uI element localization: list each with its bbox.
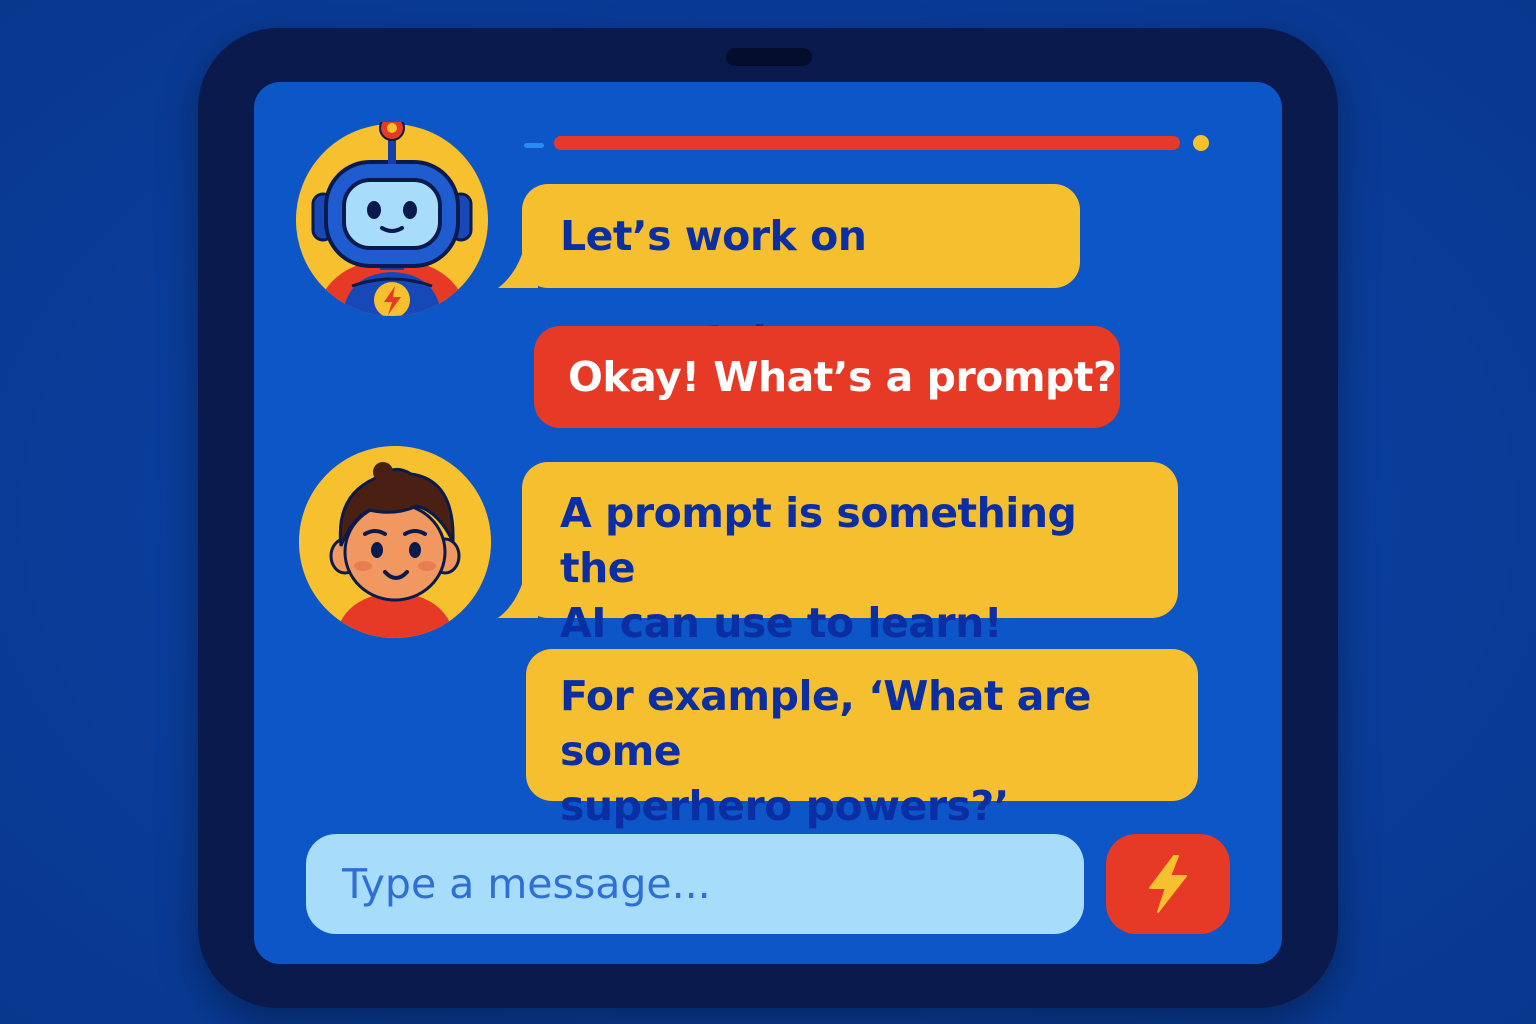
message-input[interactable] (306, 834, 1084, 934)
send-button[interactable] (1106, 834, 1230, 934)
message-text-line: A prompt is something the (560, 489, 1077, 592)
progress-dot (1193, 135, 1209, 151)
message-text-line: superhero powers?’ (560, 782, 1009, 830)
bot-message-bubble: Let’s work on prompts! (522, 184, 1080, 364)
bot-message-bubble: A prompt is something the AI can use to … (522, 462, 1178, 647)
user-message-bubble: Okay! What’s a prompt? (534, 326, 1120, 428)
kid-avatar-icon (299, 446, 491, 638)
message-text-line: For example, ‘What are some (560, 672, 1091, 775)
progress-bar (554, 136, 1180, 150)
message-text-line: AI can use to learn! (560, 599, 1003, 647)
camera-notch (726, 48, 812, 66)
lightning-bolt-icon (1149, 855, 1187, 913)
robot-avatar-icon (294, 122, 490, 318)
message-text: Okay! What’s a prompt? (568, 353, 1117, 401)
bot-message-bubble: For example, ‘What are some superhero po… (526, 649, 1198, 830)
progress-start-marker (524, 143, 544, 148)
